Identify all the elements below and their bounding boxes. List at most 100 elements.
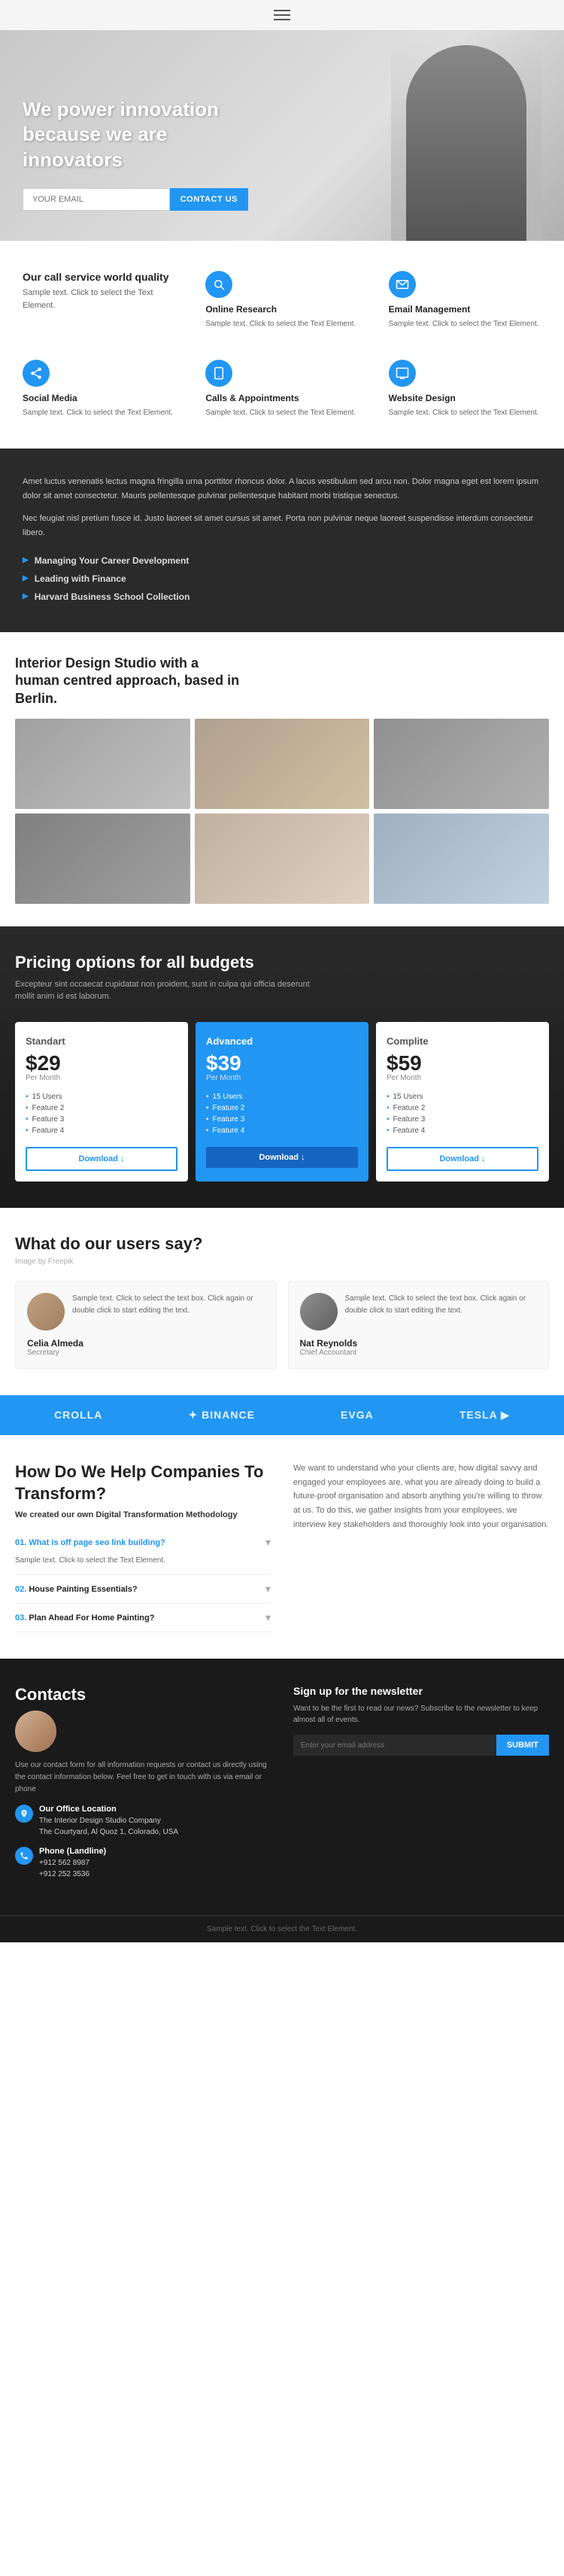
service-website-design: Website Design Sample text. Click to sel…	[381, 352, 549, 426]
service-main: Our call service world quality Sample te…	[15, 263, 183, 337]
transform-section: How Do We Help Companies To Transform? W…	[0, 1435, 564, 1659]
download-button-0[interactable]: Download ↓	[26, 1147, 177, 1171]
feature-2-2: Feature 3	[387, 1114, 538, 1125]
testimonials-section: What do our users say? Image by Freepik …	[0, 1208, 564, 1395]
hero-section: We power innovation because we are innov…	[0, 30, 564, 241]
brand-logo-1: ✦ BINANCE	[189, 1409, 255, 1422]
testimonial-name-1: Nat Reynolds	[300, 1338, 538, 1349]
social-media-icon	[23, 360, 50, 387]
brand-logo-2: EVGA	[341, 1409, 374, 1421]
testimonial-card-1: Sample text. Click to select the text bo…	[288, 1281, 550, 1369]
location-icon	[15, 1805, 33, 1823]
contacts-title: Contacts	[15, 1685, 271, 1705]
plan-period-2: Per Month	[387, 1074, 538, 1082]
plan-name-2: Complite	[387, 1036, 538, 1047]
interior-title: Interior Design Studio with a human cent…	[15, 655, 241, 707]
service-calls-appointments: Calls & Appointments Sample text. Click …	[198, 352, 365, 426]
feature-1-2: Feature 3	[206, 1114, 358, 1125]
download-button-2[interactable]: Download ↓	[387, 1147, 538, 1171]
online-research-icon	[205, 271, 232, 298]
email-management-icon	[389, 271, 416, 298]
feature-1-1: Feature 2	[206, 1102, 358, 1114]
phone-number-2: +912 252 3536	[39, 1869, 106, 1880]
plan-price-0: $29	[26, 1053, 177, 1074]
service-main-text: Sample text. Click to select the Text El…	[23, 287, 175, 312]
download-button-1[interactable]: Download ↓	[206, 1147, 358, 1168]
about-paragraph-1: Amet luctus venenatis lectus magna fring…	[23, 475, 541, 503]
contact-us-button[interactable]: CONTACT US	[170, 188, 248, 211]
phone-number-1: +912 562 8987	[39, 1857, 106, 1869]
office-label: Our Office Location	[39, 1805, 178, 1814]
interior-photo-5	[195, 814, 370, 904]
transform-title: How Do We Help Companies To Transform?	[15, 1461, 271, 1504]
accordion-chevron-down-icon-0: ▾	[265, 1536, 271, 1549]
plan-name-0: Standart	[26, 1036, 177, 1047]
testimonials-image-credit: Image by Freepik	[15, 1258, 549, 1266]
brand-logo-0: CROLLA	[54, 1409, 102, 1421]
about-paragraph-2: Nec feugiat nisl pretium fusce id. Justo…	[23, 512, 541, 540]
footer-text: Sample text. Click to select the Text El…	[15, 1925, 549, 1933]
brand-logo-3: TESLA ▶	[459, 1409, 510, 1422]
testimonials-grid: Sample text. Click to select the text bo…	[15, 1281, 549, 1369]
interior-photo-6	[374, 814, 549, 904]
services-section: Our call service world quality Sample te…	[0, 241, 564, 449]
plan-period-1: Per Month	[206, 1074, 358, 1082]
contacts-description: Use our contact form for all information…	[15, 1759, 271, 1796]
service-text-1: Sample text. Click to select the Text El…	[389, 318, 541, 330]
hamburger-menu[interactable]	[274, 10, 290, 20]
about-list: Managing Your Career Development Leading…	[23, 552, 541, 606]
pricing-section: Pricing options for all budgets Excepteu…	[0, 926, 564, 1208]
testimonial-text-0: Sample text. Click to select the text bo…	[72, 1293, 265, 1317]
service-title-4: Website Design	[389, 393, 541, 403]
pricing-cards-grid: Standart $29 Per Month 15 Users Feature …	[15, 1022, 549, 1182]
phone-icon	[15, 1847, 33, 1865]
faq-item-1: 02. House Painting Essentials? ▾	[15, 1575, 271, 1604]
hero-title: We power innovation because we are innov…	[23, 97, 263, 173]
faq-item-2: 03. Plan Ahead For Home Painting? ▾	[15, 1604, 271, 1632]
service-text-4: Sample text. Click to select the Text El…	[389, 407, 541, 418]
testimonial-avatar-1	[300, 1293, 338, 1331]
faq-body-0: Sample text. Click to select the Text El…	[15, 1555, 271, 1567]
calls-appointments-icon	[205, 360, 232, 387]
about-list-item-0: Managing Your Career Development	[23, 552, 541, 570]
brands-bar: CROLLA ✦ BINANCE EVGA TESLA ▶	[0, 1395, 564, 1435]
service-title-1: Email Management	[389, 304, 541, 315]
plan-price-1: $39	[206, 1053, 358, 1074]
newsletter-submit-button[interactable]: SUBMIT	[496, 1735, 549, 1756]
about-list-item-1: Leading with Finance	[23, 570, 541, 588]
feature-0-1: Feature 2	[26, 1102, 177, 1114]
transform-right-text: We want to understand who your clients a…	[293, 1461, 549, 1531]
testimonial-content-0: Sample text. Click to select the text bo…	[27, 1293, 265, 1331]
testimonial-avatar-0	[27, 1293, 65, 1331]
service-online-research: Online Research Sample text. Click to se…	[198, 263, 365, 337]
contacts-right: Sign up for the newsletter Want to be th…	[293, 1685, 549, 1889]
service-title-0: Online Research	[205, 304, 358, 315]
faq-header-2[interactable]: 03. Plan Ahead For Home Painting? ▾	[15, 1611, 271, 1624]
pricing-card-advanced: Advanced $39 Per Month 15 Users Feature …	[196, 1022, 368, 1182]
plan-features-1: 15 Users Feature 2 Feature 3 Feature 4	[206, 1091, 358, 1136]
testimonial-content-1: Sample text. Click to select the text bo…	[300, 1293, 538, 1331]
email-input[interactable]	[23, 188, 170, 211]
plan-period-0: Per Month	[26, 1074, 177, 1082]
faq-item-0: 01. What is off page seo link building? …	[15, 1528, 271, 1575]
about-section: Amet luctus venenatis lectus magna fring…	[0, 449, 564, 632]
feature-2-3: Feature 4	[387, 1125, 538, 1136]
contacts-left: Contacts Use our contact form for all in…	[15, 1685, 271, 1889]
pricing-title: Pricing options for all budgets	[15, 953, 549, 972]
service-title-3: Calls & Appointments	[205, 393, 358, 403]
phone-label: Phone (Landline)	[39, 1847, 106, 1856]
website-design-icon	[389, 360, 416, 387]
feature-2-0: 15 Users	[387, 1091, 538, 1102]
plan-features-2: 15 Users Feature 2 Feature 3 Feature 4	[387, 1091, 538, 1136]
faq-header-1[interactable]: 02. House Painting Essentials? ▾	[15, 1583, 271, 1595]
phone-info: Phone (Landline) +912 562 8987 +912 252 …	[15, 1847, 271, 1880]
newsletter-email-input[interactable]	[293, 1735, 496, 1756]
newsletter-form: SUBMIT	[293, 1735, 549, 1756]
service-title-2: Social Media	[23, 393, 175, 403]
interior-photos-grid	[15, 719, 549, 904]
feature-2-1: Feature 2	[387, 1102, 538, 1114]
hero-form: CONTACT US	[23, 188, 248, 211]
transform-right: We want to understand who your clients a…	[293, 1461, 549, 1632]
plan-name-1: Advanced	[206, 1036, 358, 1047]
faq-header-0[interactable]: 01. What is off page seo link building? …	[15, 1536, 271, 1549]
